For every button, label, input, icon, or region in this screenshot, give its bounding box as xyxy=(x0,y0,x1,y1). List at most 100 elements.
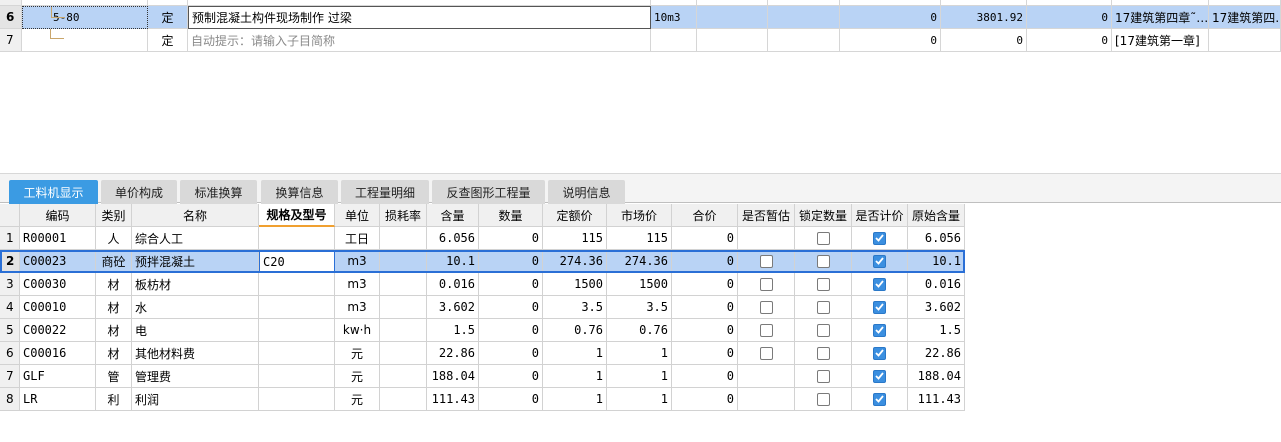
col-cell[interactable]: 0 xyxy=(1027,29,1112,52)
quota-price-cell[interactable]: 274.36 xyxy=(543,250,607,273)
market-price-cell[interactable]: 3.5 xyxy=(607,296,672,319)
provisional-cell[interactable] xyxy=(738,388,795,411)
category-cell[interactable]: 管 xyxy=(96,365,132,388)
checkbox-unchecked-icon[interactable] xyxy=(759,300,773,314)
total-price-cell[interactable]: 0 xyxy=(672,250,738,273)
tab-labor-material-machine[interactable]: 工料机显示 xyxy=(9,180,98,204)
chapter-cell[interactable]: [17建筑第一章] xyxy=(1112,29,1209,52)
total-price-cell[interactable]: 0 xyxy=(672,273,738,296)
name-cell[interactable]: 管理费 xyxy=(132,365,259,388)
total-price-cell[interactable]: 0 xyxy=(672,296,738,319)
code-cell[interactable]: GLF xyxy=(20,365,96,388)
unit-cell[interactable]: 元 xyxy=(335,388,380,411)
header-unit[interactable]: 单位 xyxy=(335,204,380,227)
spec-cell[interactable] xyxy=(259,319,335,342)
quantity-cell[interactable]: 0 xyxy=(479,296,543,319)
code-cell[interactable]: 5-80 xyxy=(22,6,148,29)
total-price-cell[interactable]: 0 xyxy=(672,319,738,342)
quota-price-cell[interactable]: 1500 xyxy=(543,273,607,296)
col-cell[interactable] xyxy=(697,29,768,52)
quantity-cell[interactable]: 0 xyxy=(479,319,543,342)
checkbox-unchecked-icon[interactable] xyxy=(816,392,830,406)
provisional-cell[interactable] xyxy=(738,296,795,319)
code-cell[interactable] xyxy=(22,29,148,52)
header-lock-quantity[interactable]: 锁定数量 xyxy=(795,204,852,227)
name-cell[interactable]: 板枋材 xyxy=(132,273,259,296)
category-cell[interactable]: 材 xyxy=(96,273,132,296)
type-cell[interactable]: 定 xyxy=(148,6,188,29)
market-price-cell[interactable]: 274.36 xyxy=(607,250,672,273)
header-quota-price[interactable]: 定额价 xyxy=(543,204,607,227)
spec-cell[interactable] xyxy=(259,273,335,296)
name-cell[interactable]: 自动提示：请输入子目简称 xyxy=(188,29,651,52)
name-cell[interactable]: 水 xyxy=(132,296,259,319)
header-category[interactable]: 类别 xyxy=(96,204,132,227)
lock-quantity-cell[interactable] xyxy=(795,227,852,250)
original-content-cell[interactable]: 0.016 xyxy=(908,273,965,296)
lock-quantity-cell[interactable] xyxy=(795,365,852,388)
market-price-cell[interactable]: 1 xyxy=(607,388,672,411)
code-cell[interactable]: LR xyxy=(20,388,96,411)
type-cell[interactable]: 定 xyxy=(148,29,188,52)
header-loss-rate[interactable]: 损耗率 xyxy=(380,204,427,227)
unit-cell[interactable]: 10m3 xyxy=(651,6,697,29)
header-name[interactable]: 名称 xyxy=(132,204,259,227)
lock-quantity-cell[interactable] xyxy=(795,319,852,342)
loss-rate-cell[interactable] xyxy=(380,365,427,388)
header-is-priced[interactable]: 是否计价 xyxy=(852,204,908,227)
col-cell[interactable]: 0 xyxy=(1027,6,1112,29)
col-cell[interactable] xyxy=(768,29,840,52)
spec-cell[interactable] xyxy=(259,342,335,365)
quantity-cell[interactable]: 0 xyxy=(479,250,543,273)
col-cell[interactable] xyxy=(697,6,768,29)
content-cell[interactable]: 6.056 xyxy=(427,227,479,250)
checkbox-unchecked-icon[interactable] xyxy=(816,323,830,337)
checkbox-checked-icon[interactable] xyxy=(873,392,886,406)
quantity-cell[interactable]: 0 xyxy=(479,227,543,250)
checkbox-unchecked-icon[interactable] xyxy=(759,254,773,268)
provisional-cell[interactable] xyxy=(738,319,795,342)
content-cell[interactable]: 3.602 xyxy=(427,296,479,319)
quota-price-cell[interactable]: 0.76 xyxy=(543,319,607,342)
checkbox-unchecked-icon[interactable] xyxy=(816,346,830,360)
market-price-cell[interactable]: 115 xyxy=(607,227,672,250)
code-cell[interactable]: C00016 xyxy=(20,342,96,365)
col-cell[interactable]: 0 xyxy=(840,6,941,29)
checkbox-checked-icon[interactable] xyxy=(873,323,886,337)
unit-cell[interactable]: kw·h xyxy=(335,319,380,342)
checkbox-unchecked-icon[interactable] xyxy=(816,254,830,268)
header-original-content[interactable]: 原始含量 xyxy=(908,204,965,227)
tab-standard-conversion[interactable]: 标准换算 xyxy=(180,180,257,204)
lock-quantity-cell[interactable] xyxy=(795,296,852,319)
category-cell[interactable]: 商砼 xyxy=(96,250,132,273)
col-cell[interactable]: 0 xyxy=(941,29,1027,52)
unit-cell[interactable]: m3 xyxy=(335,296,380,319)
total-price-cell[interactable]: 0 xyxy=(672,342,738,365)
name-cell[interactable]: 预拌混凝土 xyxy=(132,250,259,273)
original-content-cell[interactable]: 6.056 xyxy=(908,227,965,250)
chapter-cell[interactable]: 17建筑第四… xyxy=(1209,6,1281,29)
spec-cell[interactable] xyxy=(259,296,335,319)
loss-rate-cell[interactable] xyxy=(380,319,427,342)
lock-quantity-cell[interactable] xyxy=(795,250,852,273)
quantity-cell[interactable]: 0 xyxy=(479,342,543,365)
quota-row-7[interactable]: 7 定 自动提示：请输入子目简称 0 0 0 [17建筑第一章] xyxy=(0,29,1281,52)
content-cell[interactable]: 111.43 xyxy=(427,388,479,411)
quantity-cell[interactable]: 0 xyxy=(479,273,543,296)
quantity-cell[interactable]: 0 xyxy=(479,388,543,411)
checkbox-unchecked-icon[interactable] xyxy=(816,231,830,245)
name-cell[interactable]: 综合人工 xyxy=(132,227,259,250)
code-cell[interactable]: C00023 xyxy=(20,250,96,273)
spec-cell[interactable] xyxy=(259,365,335,388)
unit-cell[interactable]: m3 xyxy=(335,250,380,273)
checkbox-unchecked-icon[interactable] xyxy=(816,277,830,291)
loss-rate-cell[interactable] xyxy=(380,296,427,319)
content-cell[interactable]: 10.1 xyxy=(427,250,479,273)
total-price-cell[interactable]: 0 xyxy=(672,388,738,411)
spec-cell[interactable] xyxy=(259,388,335,411)
is-priced-cell[interactable] xyxy=(852,388,908,411)
header-quantity[interactable]: 数量 xyxy=(479,204,543,227)
col-cell[interactable] xyxy=(768,6,840,29)
header-spec[interactable]: 规格及型号 xyxy=(259,204,335,227)
lock-quantity-cell[interactable] xyxy=(795,388,852,411)
